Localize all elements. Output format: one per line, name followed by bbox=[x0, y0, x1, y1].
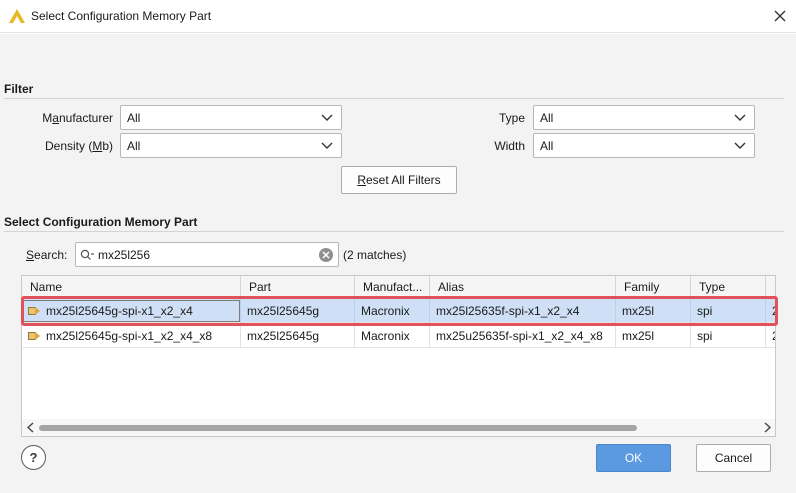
table-row[interactable]: mx25l25645g-spi-x1_x2_x4 mx25l25645g Mac… bbox=[22, 299, 775, 323]
type-label: Type bbox=[498, 111, 525, 125]
close-button[interactable] bbox=[768, 5, 792, 27]
density-label: Density (Mb) bbox=[44, 139, 113, 153]
width-select[interactable]: All bbox=[533, 133, 755, 158]
width-select-value: All bbox=[540, 139, 554, 153]
column-header-family[interactable]: Family bbox=[616, 276, 691, 298]
memory-chip-icon bbox=[28, 307, 40, 315]
clear-icon[interactable] bbox=[318, 247, 334, 263]
reset-all-filters-button[interactable]: Reset All Filters bbox=[341, 166, 457, 194]
part-cell: mx25l25645g bbox=[241, 324, 355, 348]
filter-section-header: Filter bbox=[4, 82, 34, 96]
parts-table: Name Part Manufact... Alias Family Type … bbox=[21, 275, 776, 437]
search-input[interactable]: mx25l256 bbox=[75, 242, 339, 267]
manufacturer-cell: Macronix bbox=[355, 324, 430, 348]
alias-cell: mx25l25635f-spi-x1_x2_x4 bbox=[430, 299, 616, 323]
chevron-down-icon bbox=[734, 114, 746, 121]
table-row[interactable]: mx25l25645g-spi-x1_x2_x4_x8 mx25l25645g … bbox=[22, 324, 775, 348]
type-select[interactable]: All bbox=[533, 105, 755, 130]
column-header-alias[interactable]: Alias bbox=[430, 276, 616, 298]
manufacturer-label: Manufacturer bbox=[42, 111, 113, 125]
chevron-down-icon bbox=[734, 142, 746, 149]
search-input-value: mx25l256 bbox=[98, 248, 151, 262]
scroll-left-icon[interactable] bbox=[26, 422, 36, 433]
family-cell: mx25l bbox=[616, 324, 691, 348]
memory-chip-icon bbox=[28, 332, 40, 340]
type-select-value: All bbox=[540, 111, 554, 125]
window-title: Select Configuration Memory Part bbox=[31, 9, 212, 23]
family-cell: mx25l bbox=[616, 299, 691, 323]
chevron-down-icon bbox=[321, 142, 333, 149]
manufacturer-select-value: All bbox=[127, 111, 141, 125]
help-button[interactable]: ? bbox=[21, 445, 46, 470]
match-count: (2 matches) bbox=[343, 248, 407, 262]
close-icon bbox=[774, 10, 786, 22]
column-header-manufacturer[interactable]: Manufact... bbox=[355, 276, 430, 298]
select-part-divider bbox=[4, 231, 784, 232]
dialog-body: Filter Manufacturer All Density (Mb) All… bbox=[0, 34, 796, 493]
extra-cell: 2 bbox=[766, 324, 775, 348]
table-header: Name Part Manufact... Alias Family Type … bbox=[22, 276, 775, 298]
extra-cell: 2 bbox=[766, 299, 775, 323]
ok-button[interactable]: OK bbox=[596, 444, 671, 472]
density-select-value: All bbox=[127, 139, 141, 153]
chevron-down-icon bbox=[321, 114, 333, 121]
filter-divider bbox=[4, 98, 784, 99]
scrollbar-thumb[interactable] bbox=[39, 425, 637, 431]
title-bar: Select Configuration Memory Part bbox=[0, 0, 796, 33]
type-cell: spi bbox=[691, 324, 766, 348]
select-part-section-header: Select Configuration Memory Part bbox=[4, 215, 198, 229]
horizontal-scrollbar[interactable] bbox=[22, 419, 775, 436]
density-select[interactable]: All bbox=[120, 133, 342, 158]
alias-cell: mx25u25635f-spi-x1_x2_x4_x8 bbox=[430, 324, 616, 348]
column-header-part[interactable]: Part bbox=[241, 276, 355, 298]
name-cell: mx25l25645g-spi-x1_x2_x4_x8 bbox=[22, 324, 241, 348]
column-header-name[interactable]: Name bbox=[22, 276, 241, 298]
name-cell: mx25l25645g-spi-x1_x2_x4 bbox=[22, 299, 241, 323]
part-cell: mx25l25645g bbox=[241, 299, 355, 323]
cancel-button[interactable]: Cancel bbox=[696, 444, 771, 472]
scroll-right-icon[interactable] bbox=[762, 422, 772, 433]
search-icon bbox=[80, 249, 94, 260]
vivado-logo-icon bbox=[9, 9, 25, 23]
width-label: Width bbox=[494, 139, 525, 153]
manufacturer-cell: Macronix bbox=[355, 299, 430, 323]
type-cell: spi bbox=[691, 299, 766, 323]
column-header-extra[interactable]: I bbox=[766, 276, 775, 298]
search-label: Search: bbox=[26, 248, 68, 262]
manufacturer-select[interactable]: All bbox=[120, 105, 342, 130]
column-header-type[interactable]: Type bbox=[691, 276, 766, 298]
